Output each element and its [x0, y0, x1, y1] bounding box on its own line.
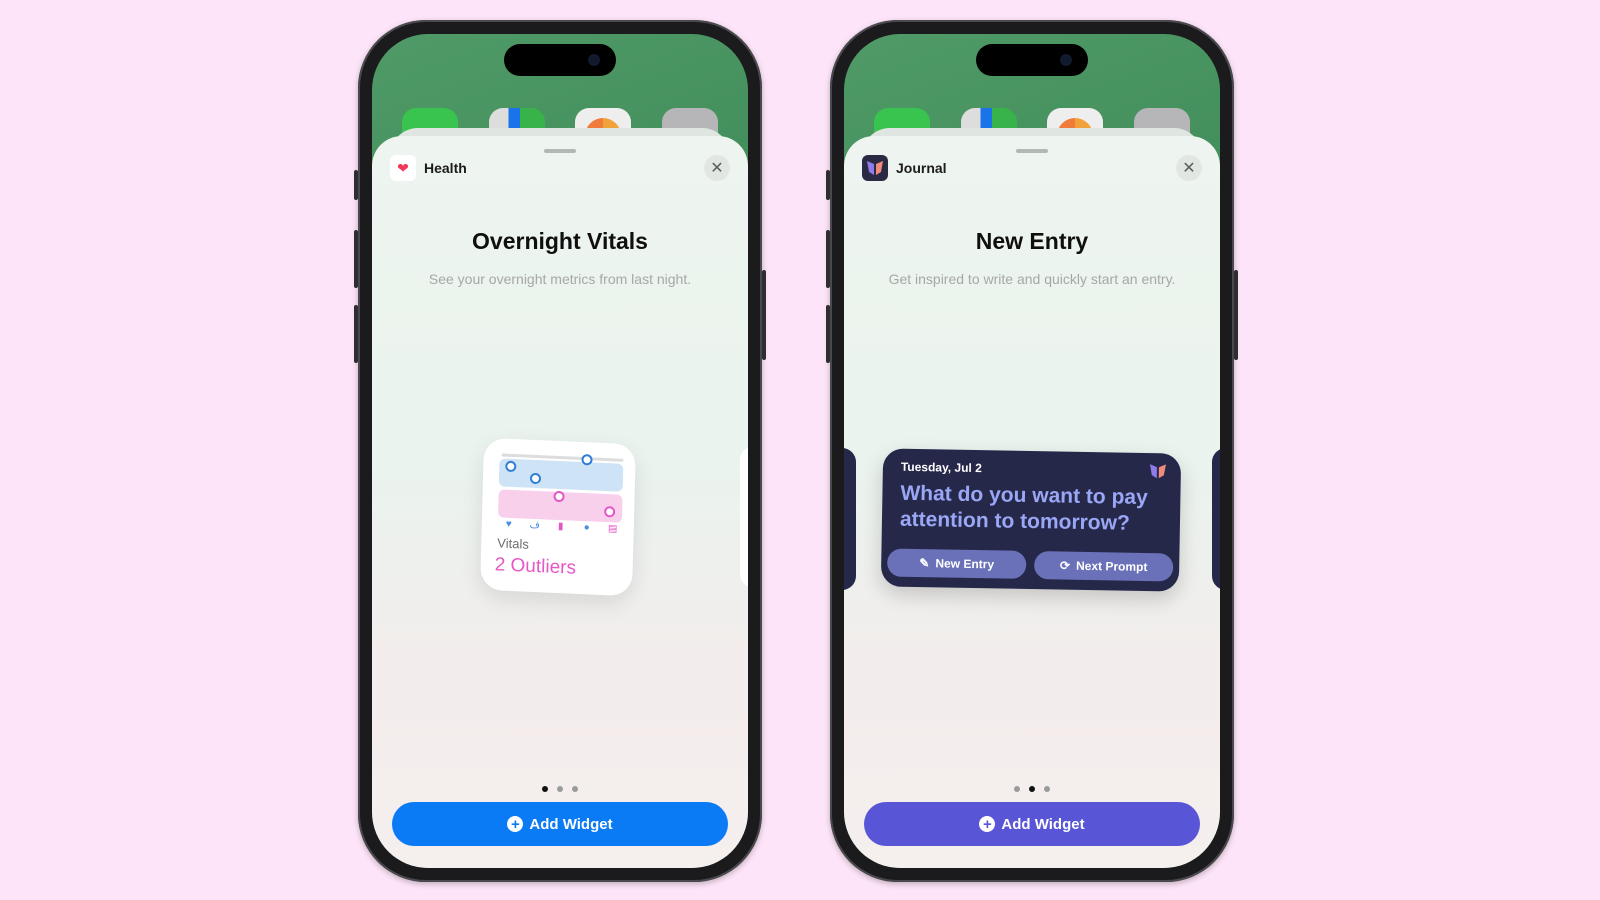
page-indicator	[372, 786, 748, 792]
sheet-header: ❤ Health ✕	[390, 154, 730, 182]
side-button	[1234, 270, 1238, 360]
refresh-icon: ⟳	[1059, 558, 1071, 573]
next-widget-preview[interactable]	[1212, 448, 1220, 590]
page-dot[interactable]	[557, 786, 563, 792]
volume-up-button	[354, 230, 358, 288]
plus-circle-icon: +	[979, 816, 996, 832]
action-button	[354, 170, 358, 200]
widget-description: Get inspired to write and quickly start …	[888, 271, 1176, 287]
sheet-grabber[interactable]	[544, 149, 576, 153]
widget-actions: ✎ New Entry ⟳ Next Prompt	[886, 548, 1174, 582]
page-dot[interactable]	[572, 786, 578, 792]
camera-icon	[588, 54, 600, 66]
journal-butterfly-icon	[862, 155, 888, 181]
journal-widget-preview[interactable]: Tuesday, Jul 2 What do you want to pay a…	[880, 448, 1182, 592]
lungs-icon: ف	[529, 519, 541, 532]
close-button[interactable]: ✕	[1176, 155, 1202, 181]
close-icon: ✕	[710, 160, 724, 177]
add-widget-label: Add Widget	[529, 815, 613, 833]
page-dot[interactable]	[542, 786, 548, 792]
close-icon: ✕	[1182, 160, 1196, 177]
page-dot[interactable]	[1014, 786, 1020, 792]
heart-icon: ♥	[505, 518, 512, 530]
close-button[interactable]: ✕	[704, 155, 730, 181]
screen: Journal ✕ New Entry Get inspired to writ…	[844, 34, 1220, 868]
compose-icon: ✎	[919, 556, 930, 571]
dynamic-island	[976, 44, 1088, 76]
sheet-header: Journal ✕	[862, 154, 1202, 182]
volume-down-button	[826, 305, 830, 363]
add-widget-button[interactable]: + Add Widget	[392, 802, 728, 846]
next-widget-preview[interactable]	[740, 446, 748, 588]
plus-circle-icon: +	[507, 816, 524, 832]
page-dot[interactable]	[1029, 786, 1035, 792]
page-indicator	[844, 786, 1220, 792]
app-name: Journal	[896, 160, 947, 176]
widget-title: Overnight Vitals	[472, 228, 648, 254]
thermometer-icon: ▮	[557, 521, 564, 533]
camera-icon	[1060, 54, 1072, 66]
bed-icon: ▤	[607, 523, 618, 535]
writing-prompt: What do you want to pay attention to tom…	[899, 481, 1148, 535]
page-dot[interactable]	[1044, 786, 1050, 792]
vitals-widget-preview[interactable]: ♥ ف ▮ ● ▤ Vitals 2 Outliers	[480, 437, 636, 597]
heart-icon: ❤	[390, 155, 416, 181]
outliers-value: 2 Outliers	[494, 554, 577, 579]
volume-up-button	[826, 230, 830, 288]
next-prompt-button[interactable]: ⟳ Next Prompt	[1033, 551, 1174, 582]
previous-widget-preview[interactable]	[844, 448, 856, 590]
next-prompt-label: Next Prompt	[1075, 558, 1148, 575]
side-button	[762, 270, 766, 360]
screen: ❤ Health ✕ Overnight Vitals See your ove…	[372, 34, 748, 868]
oxygen-icon: ●	[583, 522, 590, 534]
new-entry-label: New Entry	[935, 556, 995, 572]
app-name: Health	[424, 160, 467, 176]
new-entry-button[interactable]: ✎ New Entry	[886, 548, 1027, 579]
widget-date: Tuesday, Jul 2	[900, 459, 982, 476]
journal-butterfly-icon	[1149, 464, 1166, 479]
dynamic-island	[504, 44, 616, 76]
widget-label: Vitals	[497, 535, 530, 552]
phone-journal: Journal ✕ New Entry Get inspired to writ…	[826, 20, 1238, 882]
widget-gallery-sheet: ❤ Health ✕ Overnight Vitals See your ove…	[372, 136, 748, 868]
sheet-grabber[interactable]	[1016, 149, 1048, 153]
normal-range-band-blue	[498, 458, 624, 492]
widget-title: New Entry	[975, 228, 1089, 254]
add-widget-label: Add Widget	[1001, 815, 1085, 833]
widget-description: See your overnight metrics from last nig…	[428, 271, 692, 287]
add-widget-button[interactable]: + Add Widget	[864, 802, 1200, 846]
action-button	[826, 170, 830, 200]
volume-down-button	[354, 305, 358, 363]
widget-gallery-sheet: Journal ✕ New Entry Get inspired to writ…	[844, 136, 1220, 868]
phone-health: ❤ Health ✕ Overnight Vitals See your ove…	[354, 20, 766, 882]
